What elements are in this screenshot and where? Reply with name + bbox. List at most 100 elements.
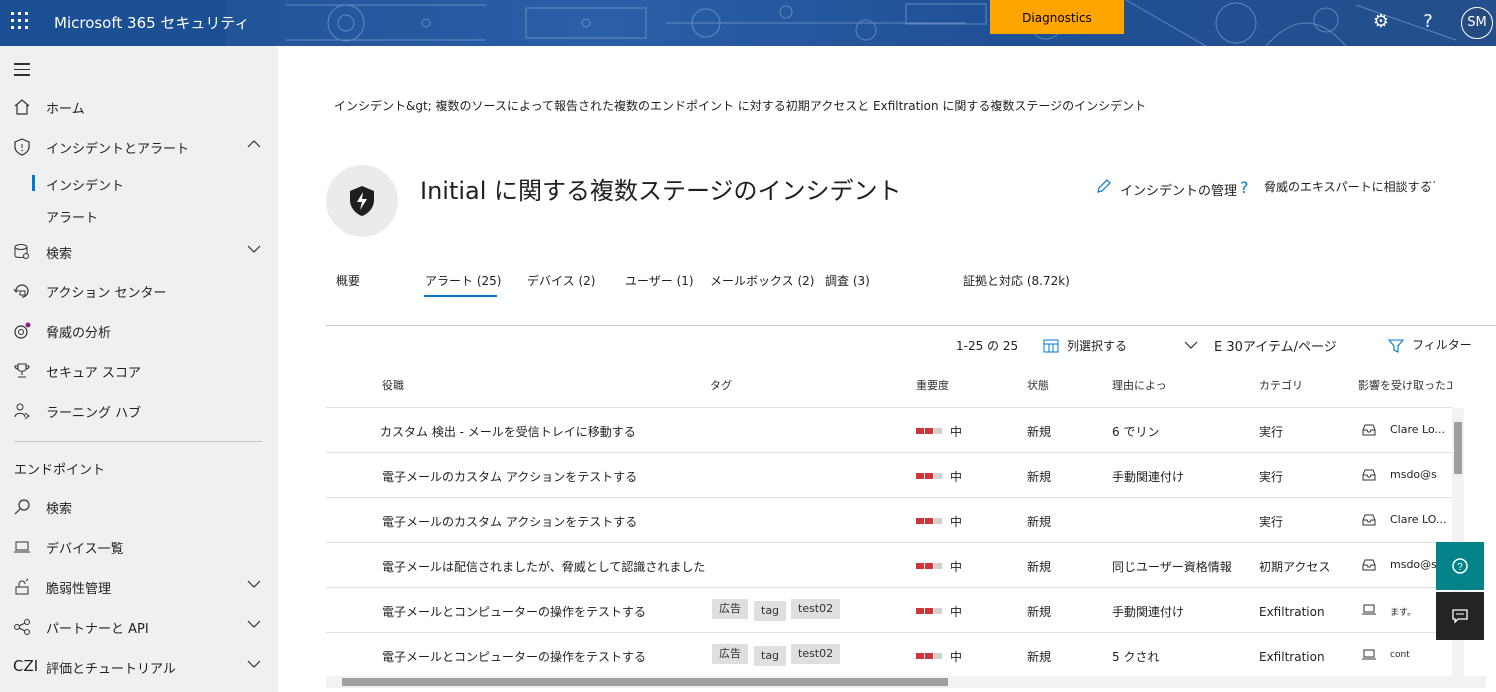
help-icon[interactable]: ? xyxy=(1416,10,1440,34)
table-row[interactable]: カスタム 検出 - メールを受信トレイに移動する 中 新規 6 でリン 実行 C… xyxy=(326,408,1452,453)
table-row[interactable]: 電子メールのカスタム アクションをテストする 中 新規 実行 Clare LO.… xyxy=(326,498,1452,543)
partners-icon xyxy=(14,619,30,635)
sidebar-item-hunting[interactable]: 検索 xyxy=(0,233,278,271)
tab-investigations[interactable]: 調査 (3) xyxy=(825,272,870,289)
sidebar-item-incidents-alerts[interactable]: インシデントとアラート xyxy=(0,128,278,166)
sidebar-item-threat-analytics[interactable]: 脅威の分析 xyxy=(0,312,278,350)
hamburger-menu-icon[interactable] xyxy=(14,63,30,80)
column-header-title[interactable]: 役職 xyxy=(382,377,404,393)
sidebar-item-learning-hub[interactable]: ラーニング ハブ xyxy=(0,392,278,430)
severity-indicator xyxy=(916,653,942,659)
chevron-down-icon[interactable] xyxy=(246,656,262,672)
column-header-tags[interactable]: タグ xyxy=(710,377,732,393)
diagnostics-button[interactable]: Diagnostics xyxy=(990,0,1124,34)
table-row[interactable]: 電子メールとコンピューターの操作をテストする 広告 tag test02 中 新… xyxy=(326,588,1452,633)
mailbox-icon xyxy=(1362,559,1376,571)
tab-mailboxes[interactable]: メールボックス (2) xyxy=(710,272,814,289)
status-label: 新規 xyxy=(1027,515,1052,529)
gear-icon[interactable]: ⚙ xyxy=(1369,10,1393,34)
alert-title[interactable]: 電子メールは配信されましたが、脅威として認識されました xyxy=(382,558,705,575)
column-header-status[interactable]: 状態 xyxy=(1027,377,1049,393)
sidebar-item-alerts[interactable]: アラート xyxy=(46,207,98,226)
tag-chip[interactable]: test02 xyxy=(791,644,841,664)
column-header-entities[interactable]: 影響を受け取ったエンティティ xyxy=(1358,377,1452,393)
chevron-down-icon[interactable] xyxy=(1184,340,1198,350)
reason-label: 6 でリン xyxy=(1112,425,1160,439)
severity-indicator xyxy=(916,428,942,434)
severity-indicator xyxy=(916,518,942,524)
tag-chip[interactable]: tag xyxy=(754,646,787,666)
tab-evidence[interactable]: 証拠と対応 (8.72k) xyxy=(963,272,1070,289)
tab-users[interactable]: ユーザー (1) xyxy=(625,272,694,289)
items-per-page-select[interactable]: E 30アイテム/ページ xyxy=(1214,336,1337,355)
entity-label[interactable]: Clare LO... xyxy=(1390,513,1452,526)
chevron-down-icon[interactable] xyxy=(246,616,262,632)
entity-label[interactable]: cont xyxy=(1390,650,1452,660)
category-label: Exfiltration xyxy=(1259,650,1325,664)
alert-title[interactable]: 電子メールのカスタム アクションをテストする xyxy=(382,468,637,485)
sidebar-item-device-inventory[interactable]: デバイス一覧 xyxy=(0,528,278,566)
svg-text:?: ? xyxy=(1457,562,1463,573)
column-header-reason[interactable]: 理由によっ xyxy=(1112,377,1167,393)
category-label: 実行 xyxy=(1259,470,1284,484)
entity-label[interactable]: Clare Lo... xyxy=(1390,423,1452,436)
home-icon xyxy=(14,99,30,115)
breadcrumb[interactable]: インシデント&gt; 複数のソースによって報告された複数のエンドポイント に対す… xyxy=(334,97,1146,114)
sidebar-item-label: 脆弱性管理 xyxy=(46,582,112,597)
sidebar-item-label: 検索 xyxy=(46,502,73,517)
table-row[interactable]: 電子メールは配信されましたが、脅威として認識されました 中 新規 同じユーザー資… xyxy=(326,543,1452,588)
tag-chip[interactable]: tag xyxy=(754,601,787,621)
sidebar-item-secure-score[interactable]: セキュア スコア xyxy=(0,352,278,390)
sidebar-item-evaluation[interactable]: CZI 評価とチュートリアル xyxy=(0,648,278,686)
chat-icon xyxy=(1452,609,1468,624)
tag-chip[interactable]: 広告 xyxy=(712,644,748,664)
severity-indicator xyxy=(916,608,942,614)
help-fab-button[interactable]: ? xyxy=(1436,542,1484,590)
czi-icon: CZI xyxy=(13,657,39,675)
severity-indicator xyxy=(916,563,942,569)
tab-overview[interactable]: 概要 xyxy=(336,272,360,289)
chevron-down-icon[interactable] xyxy=(246,241,262,257)
column-header-severity[interactable]: 重要度 xyxy=(916,377,949,393)
laptop-icon xyxy=(1362,649,1376,660)
sidebar-item-search[interactable]: 検索 xyxy=(0,488,278,526)
horizontal-scrollbar[interactable] xyxy=(326,676,1486,688)
sidebar-item-action-center[interactable]: アクション センター xyxy=(0,272,278,310)
column-header-category[interactable]: カテゴリ xyxy=(1259,377,1303,393)
top-bar: Microsoft 365 セキュリティ Diagnostics ⚙ ? SM xyxy=(0,0,1496,46)
tag-chip[interactable]: 広告 xyxy=(712,599,748,619)
app-title[interactable]: Microsoft 365 セキュリティ xyxy=(54,12,250,33)
status-label: 新規 xyxy=(1027,650,1052,664)
more-actions-button[interactable]: ··· xyxy=(1424,176,1436,191)
sidebar-item-vulnerability[interactable]: 脆弱性管理 xyxy=(0,568,278,606)
status-label: 新規 xyxy=(1027,605,1052,619)
entity-label[interactable]: msdo@s xyxy=(1390,468,1452,481)
table-row[interactable]: 電子メールとコンピューターの操作をテストする 広告 tag test02 中 新… xyxy=(326,633,1452,678)
vertical-scroll-thumb[interactable] xyxy=(1454,422,1462,474)
chevron-up-icon[interactable] xyxy=(246,136,262,152)
alert-title[interactable]: カスタム 検出 - メールを受信トレイに移動する xyxy=(380,423,636,440)
sidebar-item-incidents[interactable]: インシデント xyxy=(31,175,124,194)
tab-devices[interactable]: デバイス (2) xyxy=(527,272,595,289)
sidebar: ホーム インシデントとアラート インシデント アラート 検索 アクション センタ… xyxy=(0,46,278,692)
tag-chip[interactable]: test02 xyxy=(791,599,841,619)
app-launcher-icon[interactable] xyxy=(11,12,31,32)
tab-alerts[interactable]: アラート (25) xyxy=(425,272,501,289)
horizontal-scroll-thumb[interactable] xyxy=(342,678,948,686)
table-row[interactable]: 電子メールのカスタム アクションをテストする 中 新規 手動関連付け 実行 ms… xyxy=(326,453,1452,498)
alert-title[interactable]: 電子メールのカスタム アクションをテストする xyxy=(382,513,637,530)
alert-title[interactable]: 電子メールとコンピューターの操作をテストする xyxy=(382,648,646,665)
choose-columns-label: 列選択する xyxy=(1067,339,1128,353)
sidebar-item-home[interactable]: ホーム xyxy=(0,88,278,126)
chevron-down-icon[interactable] xyxy=(246,576,262,592)
sidebar-item-partners-api[interactable]: パートナーと API xyxy=(0,608,278,646)
vulnerability-icon xyxy=(15,578,29,595)
pagination-range: 1-25 の 25 xyxy=(956,339,1019,353)
sidebar-divider xyxy=(14,441,262,442)
action-center-icon xyxy=(13,284,29,298)
feedback-fab-button[interactable] xyxy=(1436,592,1484,640)
alert-title[interactable]: 電子メールとコンピューターの操作をテストする xyxy=(382,603,646,620)
search-icon xyxy=(14,499,30,515)
avatar[interactable]: SM xyxy=(1461,7,1493,39)
mailbox-icon xyxy=(1362,424,1376,436)
